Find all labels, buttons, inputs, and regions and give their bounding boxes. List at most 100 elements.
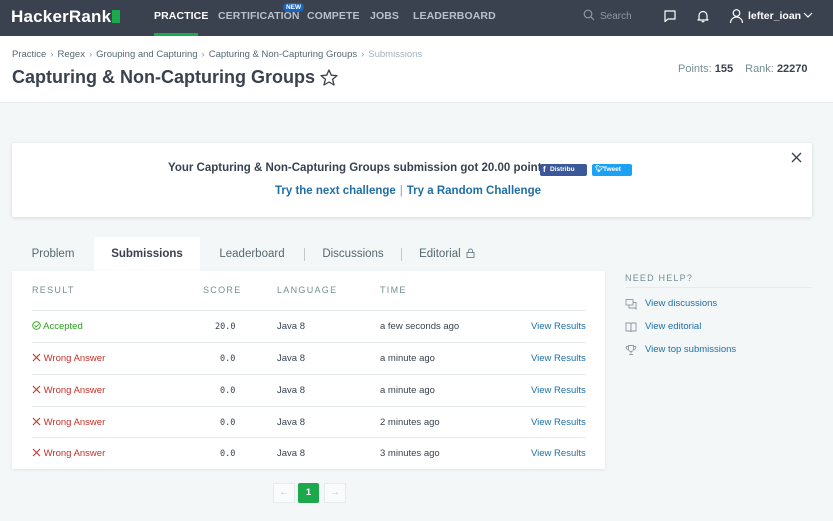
view-results-link[interactable]: View Results: [531, 321, 586, 332]
view-results-link[interactable]: View Results: [531, 448, 586, 459]
time-cell: a minute ago: [380, 353, 435, 364]
score-cell: 20.0: [215, 322, 236, 332]
breadcrumb-separator: ›: [88, 49, 93, 60]
column-header-score: SCORE: [203, 285, 242, 295]
book-icon: [625, 322, 637, 333]
breadcrumb-separator: ›: [50, 49, 54, 60]
result-cell: Wrong Answer: [32, 385, 105, 396]
nav-practice[interactable]: PRACTICE: [154, 10, 208, 22]
breadcrumb-current: Submissions: [368, 49, 423, 60]
breadcrumb-practice[interactable]: Practice: [12, 49, 46, 60]
points-label: Points:: [678, 63, 712, 75]
x-icon: [32, 417, 41, 426]
result-cell: Wrong Answer: [32, 448, 105, 459]
x-icon: [32, 448, 41, 457]
check-circle-icon: [32, 321, 41, 330]
nav-compete[interactable]: COMPETE: [307, 10, 360, 22]
pagination-prev[interactable]: ←: [273, 483, 295, 503]
view-results-link[interactable]: View Results: [531, 385, 586, 396]
language-cell: Java 8: [277, 353, 305, 364]
result-cell: Wrong Answer: [32, 417, 105, 428]
close-icon[interactable]: [791, 152, 802, 163]
banner-links: Try the next challenge | Try a Random Chal…: [275, 185, 541, 197]
tab-leaderboard[interactable]: Leaderboard: [200, 237, 304, 272]
table-row: Wrong Answer 0.0 Java 8 a minute ago Vie…: [32, 374, 586, 406]
time-cell: a minute ago: [380, 385, 435, 396]
result-text: Accepted: [43, 321, 83, 332]
time-cell: a few seconds ago: [380, 321, 460, 332]
divider: [625, 287, 812, 288]
tab-editorial[interactable]: Editorial: [402, 237, 492, 272]
language-cell: Java 8: [277, 448, 305, 459]
score-cell: 0.0: [220, 418, 236, 428]
language-cell: Java 8: [277, 321, 305, 332]
tab-problem[interactable]: Problem: [12, 237, 94, 272]
result-text: Wrong Answer: [43, 417, 106, 428]
result-cell: Wrong Answer: [32, 353, 105, 364]
breadcrumb-separator: ›: [201, 49, 205, 60]
result-text: Wrong Answer: [43, 385, 106, 396]
bell-icon[interactable]: [696, 9, 710, 23]
x-icon: [32, 353, 41, 362]
score-cell: 0.0: [220, 449, 236, 459]
x-icon: [32, 385, 41, 394]
lock-icon: [466, 248, 475, 258]
view-results-link[interactable]: View Results: [531, 353, 586, 364]
username[interactable]: lefter_ioan: [748, 10, 801, 22]
banner-message: Your Capturing & Non-Capturing Groups su…: [168, 162, 552, 174]
chat-icon[interactable]: [663, 9, 677, 23]
points-value: 155: [714, 63, 734, 75]
tab-editorial-label: Editorial: [419, 248, 461, 260]
result-cell: Accepted: [32, 321, 83, 332]
facebook-icon: f: [543, 165, 546, 174]
twitter-icon: 🐦︎: [595, 166, 604, 173]
breadcrumb-regex[interactable]: Regex: [58, 49, 85, 60]
table-row: Wrong Answer 0.0 Java 8 a minute ago Vie…: [32, 342, 586, 374]
search-input[interactable]: [600, 9, 655, 23]
column-header-time: TIME: [380, 285, 407, 295]
tab-discussions[interactable]: Discussions: [305, 237, 401, 272]
result-text: Wrong Answer: [43, 448, 106, 459]
top-nav: HackerRank PRACTICE CERTIFICATION NEW CO…: [0, 0, 833, 36]
breadcrumb-separator: ›: [361, 49, 365, 60]
table-row: Wrong Answer 0.0 Java 8 3 minutes ago Vi…: [32, 437, 586, 469]
facebook-share-button[interactable]: f Distribu: [540, 164, 587, 176]
hackerrank-logo[interactable]: HackerRank: [11, 7, 121, 27]
trophy-icon: [625, 345, 637, 355]
time-cell: 2 minutes ago: [380, 417, 440, 428]
submissions-table: RESULT SCORE LANGUAGE TIME Accepted 20.0…: [12, 271, 605, 469]
table-row: Wrong Answer 0.0 Java 8 2 minutes ago Vi…: [32, 406, 586, 438]
table-row: Accepted 20.0 Java 8 a few seconds ago V…: [32, 310, 586, 342]
score-cell: 0.0: [220, 354, 236, 364]
breadcrumb-challenge[interactable]: Capturing & Non-Capturing Groups: [209, 49, 357, 60]
new-badge: NEW: [283, 3, 305, 12]
star-icon[interactable]: [320, 69, 338, 86]
page-header: Practice › Regex › Grouping and Capturing › Ca…: [0, 36, 833, 103]
discussions-icon: [625, 299, 637, 310]
language-cell: Java 8: [277, 385, 305, 396]
submission-banner: Your Capturing & Non-Capturing Groups su…: [12, 143, 812, 217]
rank-label: Rank:: [745, 63, 774, 75]
search-icon[interactable]: [583, 9, 595, 21]
need-help-title: NEED HELP?: [625, 273, 694, 283]
view-results-link[interactable]: View Results: [531, 417, 586, 428]
tab-submissions[interactable]: Submissions: [94, 237, 200, 272]
nav-leaderboard[interactable]: LEADERBOARD: [413, 10, 496, 22]
pagination-next[interactable]: →: [324, 483, 346, 503]
page-title: Capturing & Non-Capturing Groups: [12, 67, 315, 87]
chevron-down-icon[interactable]: [803, 11, 813, 19]
random-challenge-link[interactable]: Try a Random Challenge: [407, 185, 541, 197]
banner-separator: |: [399, 185, 403, 197]
breadcrumb-grouping[interactable]: Grouping and Capturing: [96, 49, 197, 60]
time-cell: 3 minutes ago: [380, 448, 440, 459]
tweet-button[interactable]: 🐦︎ Tweet: [592, 164, 632, 176]
column-header-language: LANGUAGE: [277, 285, 338, 295]
nav-jobs[interactable]: JOBS: [370, 10, 399, 22]
next-challenge-link[interactable]: Try the next challenge: [275, 185, 396, 197]
rank-value: 22270: [776, 63, 808, 75]
result-text: Wrong Answer: [43, 353, 106, 364]
user-stats: Points: 155 Rank: 22270: [678, 63, 817, 75]
score-cell: 0.0: [220, 386, 236, 396]
pagination-page-1[interactable]: 1: [298, 483, 319, 503]
user-icon[interactable]: [729, 8, 744, 24]
